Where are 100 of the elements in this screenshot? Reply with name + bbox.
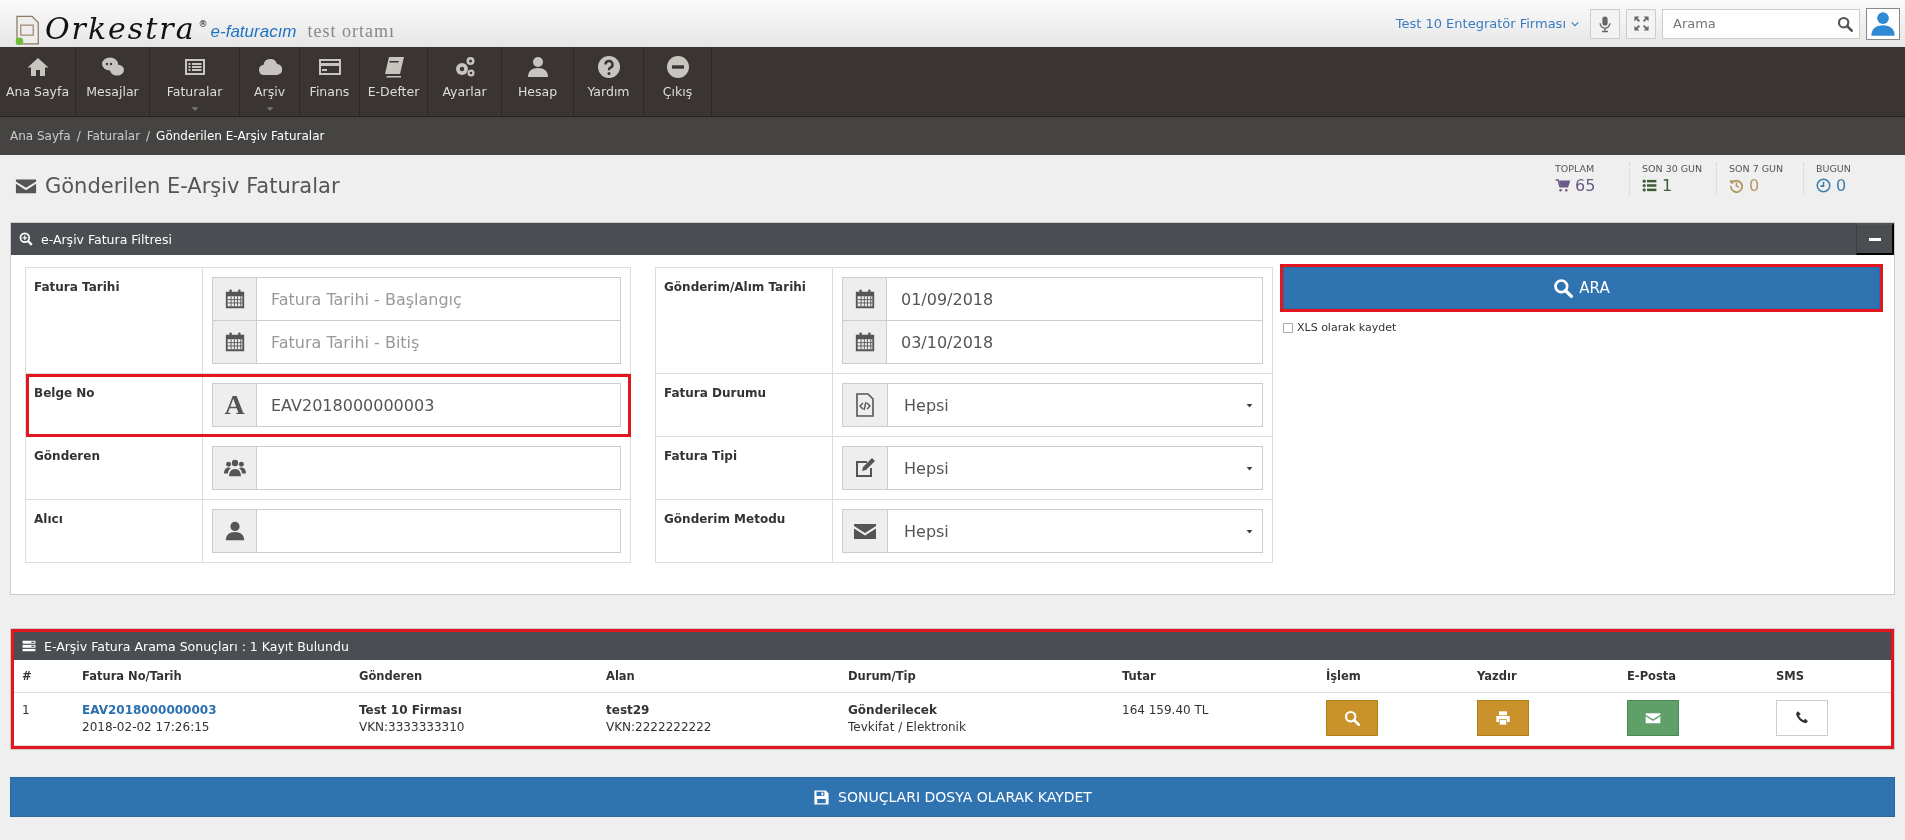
- print-button[interactable]: [1477, 700, 1529, 736]
- invoice-date: 2018-02-02 17:26:15: [82, 719, 211, 736]
- user-silhouette-icon: [1869, 9, 1897, 38]
- microphone-button[interactable]: [1590, 8, 1620, 39]
- nav-item[interactable]: Faturalar: [150, 47, 240, 116]
- phone-icon: [1794, 710, 1810, 726]
- input-field[interactable]: 03/10/2018: [887, 320, 1263, 364]
- stat-label: BUGUN: [1816, 163, 1852, 174]
- dropdown[interactable]: Hepsi: [842, 509, 1263, 553]
- panel-title: e-Arşiv Fatura Filtresi: [41, 231, 172, 247]
- zoom-in-icon: [19, 232, 33, 246]
- column-header: E-Posta: [1627, 669, 1677, 683]
- user-icon: [223, 520, 246, 542]
- nav-item[interactable]: Finans: [300, 47, 360, 116]
- invoice-status: Gönderilecek: [848, 702, 938, 719]
- field-label: Fatura Tarihi: [34, 280, 120, 294]
- checkbox-label: XLS olarak kaydet: [1297, 321, 1397, 334]
- sender-tax-number: VKN:3333333310: [359, 719, 466, 736]
- nav-item[interactable]: Yardım: [574, 47, 644, 116]
- dropdown[interactable]: Hepsi: [842, 446, 1263, 490]
- nav-item[interactable]: Ayarlar: [428, 47, 502, 116]
- panel-title: E-Arşiv Fatura Arama Sonuçları : 1 Kayıt Bulundu: [44, 638, 349, 654]
- user-icon: [525, 55, 550, 79]
- column-header: İşlem: [1326, 669, 1361, 683]
- breadcrumb-current: Gönderilen E-Arşiv Faturalar: [156, 129, 325, 143]
- nav-item[interactable]: Ana Sayfa: [0, 47, 76, 116]
- search-icon: [1344, 710, 1360, 726]
- input-field[interactable]: Fatura Tarihi - Bitiş: [257, 320, 621, 364]
- users-icon: [223, 457, 246, 479]
- nav-item[interactable]: Mesajlar: [76, 47, 150, 116]
- field-label: Fatura Durumu: [664, 386, 767, 400]
- user-avatar-button[interactable]: [1866, 7, 1900, 40]
- search-icon: [1553, 278, 1574, 298]
- product-name: e-faturacım: [210, 22, 297, 43]
- column-header: #: [22, 669, 32, 683]
- dropdown[interactable]: Hepsi: [842, 383, 1263, 427]
- column-header: Gönderen: [359, 669, 423, 683]
- calendar-icon: [853, 331, 876, 353]
- stat-label: SON 7 GUN: [1729, 163, 1785, 174]
- email-button[interactable]: [1627, 700, 1679, 736]
- receiver-name: test29: [606, 702, 651, 719]
- save-results-button[interactable]: SONUÇLARI DOSYA OLARAK KAYDET: [10, 777, 1895, 817]
- help-icon: [596, 55, 621, 79]
- stat-label: SON 30 GUN: [1642, 163, 1704, 174]
- column-header: Durum/Tip: [848, 669, 916, 683]
- column-header: SMS: [1776, 669, 1804, 683]
- input-field[interactable]: 01/09/2018: [887, 277, 1263, 321]
- home-icon: [25, 55, 50, 79]
- checkbox[interactable]: [1283, 322, 1293, 333]
- receiver-tax-number: VKN:2222222222: [606, 719, 713, 736]
- breadcrumb-separator: /: [146, 129, 151, 143]
- calendar-icon: [853, 288, 876, 310]
- field-label: Fatura Tipi: [664, 449, 738, 463]
- minus-circle-icon: [665, 55, 690, 79]
- sms-button[interactable]: [1776, 700, 1828, 736]
- field-label: Gönderim Metodu: [664, 512, 786, 526]
- letter-icon: A: [224, 391, 245, 419]
- breadcrumb-link[interactable]: Faturalar: [86, 129, 141, 143]
- row-number: 1: [22, 702, 31, 719]
- invoice-link[interactable]: EAV2018000000003: [82, 702, 343, 719]
- column-header: Tutar: [1122, 669, 1156, 683]
- search-icon: [1837, 15, 1853, 32]
- stat-value: 0: [1749, 176, 1760, 195]
- nav-item[interactable]: Çıkış: [644, 47, 712, 116]
- company-dropdown[interactable]: Test 10 Entegratör Firması: [1395, 16, 1580, 31]
- input-field[interactable]: EAV2018000000003: [257, 383, 621, 427]
- page-title: Gönderilen E-Arşiv Faturalar: [45, 174, 340, 198]
- brand-logo: Orkestra: [45, 13, 196, 45]
- stat-value: 1: [1662, 176, 1673, 195]
- field-label: Alıcı: [34, 512, 63, 526]
- column-header: Yazdır: [1477, 669, 1517, 683]
- breadcrumb-link[interactable]: Ana Sayfa: [10, 129, 71, 143]
- code-file-icon: [853, 393, 877, 417]
- nav-item[interactable]: Hesap: [502, 47, 574, 116]
- input-field[interactable]: Fatura Tarihi - Başlangıç: [257, 277, 621, 321]
- calendar-icon: [223, 288, 246, 310]
- search-field[interactable]: Arama: [1662, 8, 1860, 39]
- column-header: Fatura No/Tarih: [82, 669, 182, 683]
- server-icon: [22, 639, 36, 653]
- input-field[interactable]: [257, 446, 621, 490]
- fullscreen-button[interactable]: [1626, 8, 1656, 39]
- envelope-icon: [1645, 710, 1661, 726]
- printer-icon: [1495, 710, 1511, 726]
- search-button[interactable]: ARA: [1283, 267, 1880, 309]
- input-field[interactable]: [257, 509, 621, 553]
- calendar-icon: [223, 331, 246, 353]
- column-header: Alan: [606, 669, 635, 683]
- field-label: Belge No: [34, 386, 95, 400]
- stat-label: TOPLAM: [1555, 163, 1596, 174]
- breadcrumb-separator: /: [76, 129, 81, 143]
- registered-mark: ®: [198, 19, 208, 29]
- field-label: Gönderen: [34, 449, 100, 463]
- stat-value: 65: [1575, 176, 1596, 195]
- stat-value: 0: [1836, 176, 1847, 195]
- nav-item[interactable]: E-Defter: [360, 47, 428, 116]
- view-button[interactable]: [1326, 700, 1378, 736]
- collapse-button[interactable]: [1856, 223, 1894, 255]
- sender-name: Test 10 Firması: [359, 702, 463, 719]
- field-label: Gönderim/Alım Tarihi: [664, 280, 806, 294]
- nav-item[interactable]: Arşiv: [240, 47, 300, 116]
